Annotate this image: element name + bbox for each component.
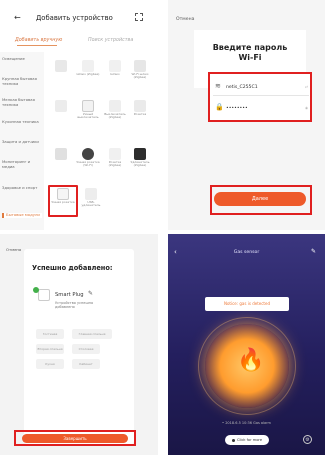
device-tile[interactable]: Wi-Fi шлюз (Zigbee) <box>128 60 152 80</box>
device-icon <box>55 100 67 112</box>
wifi-password-screen: Отмена Введите пароль Wi-Fi ≋ netis_C255C… <box>168 0 325 230</box>
smart-plug-icon <box>38 289 50 301</box>
alarm-log: • 2018.6.5 10:36 Gas alarm <box>222 421 271 425</box>
device-icon <box>109 148 121 160</box>
device-icon <box>134 148 146 160</box>
next-button[interactable]: Далее <box>214 192 306 206</box>
tab-auto-search[interactable]: Поиск устройства <box>88 38 133 43</box>
device-icon <box>55 148 67 160</box>
device-tile[interactable] <box>49 100 73 113</box>
tab-manual[interactable]: Добавить вручную <box>15 38 62 43</box>
device-icon <box>134 60 146 72</box>
room-chip[interactable]: Вторая спальня <box>36 344 64 354</box>
device-tile[interactable]: Шлюз <box>103 60 127 76</box>
category-health[interactable]: Здоровье и спорт <box>2 185 42 191</box>
device-tile[interactable]: Удлинитель (Zigbee) <box>128 148 152 168</box>
category-security[interactable]: Защита и датчики <box>2 139 42 145</box>
room-chip[interactable]: Кабинет <box>72 359 100 369</box>
device-tile[interactable]: Розетка (Zigbee) <box>103 148 127 168</box>
switch-network-icon[interactable]: ⇄ <box>305 85 308 89</box>
device-tile[interactable] <box>49 148 73 161</box>
lock-icon: 🔒 <box>215 103 224 111</box>
click-more-button[interactable]: Click for more <box>225 435 269 445</box>
wifi-form: ≋ netis_C255C1 ⇄ 🔒 •••••••• ◉ <box>208 72 312 122</box>
prompt-line-1: Введите пароль <box>212 43 288 52</box>
success-title: Успешно добавлено: <box>32 264 113 272</box>
device-icon <box>109 60 121 72</box>
device-icon <box>109 100 121 112</box>
device-name: Smart Plug <box>55 292 84 298</box>
dot-icon <box>231 438 235 442</box>
device-tile[interactable]: Выключатель (Zigbee) <box>103 100 127 120</box>
device-tile[interactable]: Шлюз (Zigbee) <box>76 60 100 76</box>
device-icon <box>55 60 67 72</box>
category-home-modules[interactable]: Бытовые модули <box>2 212 42 218</box>
device-icon <box>134 100 146 112</box>
cancel-link[interactable]: Отмена <box>6 247 21 252</box>
device-icon <box>82 100 94 112</box>
settings-icon[interactable]: ⚙ <box>303 435 312 444</box>
device-icon <box>85 188 97 200</box>
room-chip[interactable]: Кухня <box>36 359 64 369</box>
edit-icon[interactable]: ✎ <box>88 290 93 297</box>
gas-sensor-screen: ‹ Gas sensor ✎ 🔥 Notice: gas is detected… <box>168 234 325 455</box>
more-label: Click for more <box>236 438 263 442</box>
add-device-screen: ← Добавить устройство Добавить вручную П… <box>0 0 158 230</box>
highlight-box <box>48 185 78 217</box>
cancel-link[interactable]: Отмена <box>176 17 194 22</box>
room-chip[interactable]: Главная спальня <box>72 329 112 339</box>
scan-icon[interactable] <box>135 13 143 21</box>
add-device-title: Добавить устройство <box>36 14 113 22</box>
flame-icon: 🔥 <box>237 348 265 373</box>
success-screen: Отмена Успешно добавлено: Smart Plug ✎ У… <box>0 234 158 455</box>
add-device-header: ← Добавить устройство <box>0 13 158 25</box>
ssid-value: netis_C255C1 <box>226 85 258 90</box>
tab-indicator <box>17 45 57 46</box>
done-button[interactable]: Завершить <box>22 434 128 443</box>
check-icon <box>33 287 39 293</box>
prompt-line-2: Wi-Fi <box>238 53 262 63</box>
wifi-icon: ≋ <box>215 82 221 90</box>
device-subtitle: Устройство успешно добавлено <box>55 301 94 310</box>
category-list: Освещение Крупная бытовая техника Мелкая… <box>0 52 44 230</box>
room-chip[interactable]: Столовая <box>72 344 100 354</box>
composite-screenshot: ← Добавить устройство Добавить вручную П… <box>0 0 325 455</box>
back-arrow-icon[interactable]: ← <box>14 13 21 22</box>
device-tile[interactable]: Розетка <box>128 100 152 116</box>
password-row[interactable]: 🔒 •••••••• ◉ <box>213 99 309 117</box>
device-tile[interactable]: Умный выключатель <box>76 100 100 120</box>
gas-sensor-title: Gas sensor <box>233 250 260 255</box>
category-lighting[interactable]: Освещение <box>2 56 42 62</box>
category-small-appliance[interactable]: Мелкая бытовая техника <box>2 97 42 107</box>
ssid-row[interactable]: ≋ netis_C255C1 ⇄ <box>213 78 309 96</box>
device-icon <box>82 148 94 160</box>
device-icon <box>82 60 94 72</box>
category-large-appliance[interactable]: Крупная бытовая техника <box>2 76 42 86</box>
category-media[interactable]: Мониторинг и медиа <box>2 159 42 169</box>
wifi-prompt: Введите пароль Wi-Fi <box>194 43 306 64</box>
edit-icon[interactable]: ✎ <box>311 248 316 255</box>
room-chip[interactable]: Гостиная <box>36 329 64 339</box>
gas-alert: Notice: gas is detected <box>205 297 289 311</box>
password-field[interactable]: •••••••• <box>226 106 248 111</box>
device-tile[interactable]: USB-удлинитель <box>79 188 103 208</box>
mode-tabs: Добавить вручную Поиск устройства <box>0 38 158 46</box>
device-tile[interactable]: Умная розетка (Wi-Fi) <box>76 148 100 168</box>
category-kitchen[interactable]: Кухонная техника <box>2 119 42 125</box>
eye-icon[interactable]: ◉ <box>305 106 308 110</box>
device-tile[interactable] <box>49 60 73 73</box>
